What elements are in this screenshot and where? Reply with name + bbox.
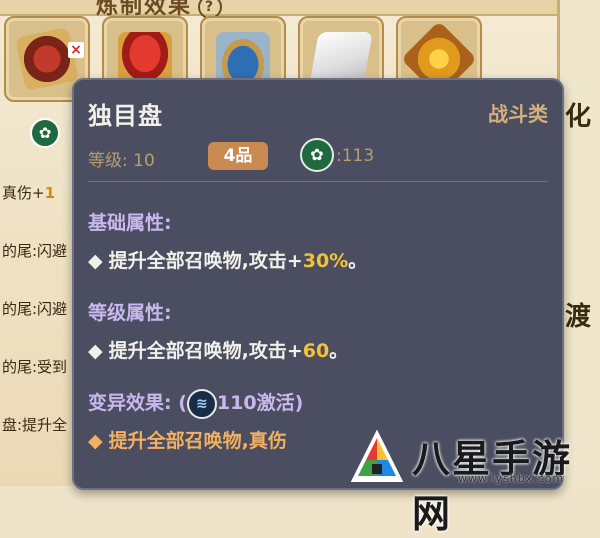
right-tab-label-2[interactable]: 渡: [565, 296, 591, 333]
item-category: 战斗类: [488, 102, 548, 126]
left-row-4: 的尾:受到: [2, 358, 68, 376]
left-row-1: 真伤+1: [2, 184, 56, 202]
left-row-2: 的尾:闪避: [2, 242, 68, 260]
diamond-bullet-icon: ◆: [88, 250, 103, 272]
item-power-value: :113: [336, 146, 375, 166]
diamond-bullet-icon: ◆: [88, 430, 103, 452]
watermark-logo-icon: [350, 430, 404, 482]
mutation-effect-title: 变异效果: (≋ 110激活): [88, 388, 303, 419]
item-level: 等级: 10: [88, 151, 155, 171]
divider: [88, 181, 548, 182]
tree-icon: ✿: [30, 118, 60, 148]
panel-top-frame: [0, 0, 560, 16]
water-wave-icon: ≋: [186, 388, 217, 419]
red-box-artifact-icon: [14, 26, 80, 92]
site-watermark: 八星手游网 www.lyshbx.com: [350, 428, 600, 536]
level-attribute-line: ◆ 提升全部召唤物,攻击+60。: [88, 340, 349, 362]
left-row-3: 的尾:闪避: [2, 300, 68, 318]
mutation-effect-line: ◆ 提升全部召唤物,真伤: [88, 430, 287, 452]
diamond-bullet-icon: ◆: [88, 340, 103, 362]
right-tab-label-1[interactable]: 化: [565, 96, 591, 133]
tree-icon: ✿: [300, 138, 334, 172]
left-row-5: 盘:提升全: [2, 416, 68, 434]
level-attributes-title: 等级属性:: [88, 302, 172, 324]
base-attribute-line: ◆ 提升全部召唤物,攻击+30%。: [88, 250, 368, 272]
watermark-url: www.lyshbx.com: [458, 472, 565, 485]
base-attributes-title: 基础属性:: [88, 212, 172, 234]
grade-badge: 4品: [208, 142, 268, 170]
remove-icon[interactable]: ×: [68, 42, 84, 58]
item-name: 独目盘: [88, 102, 163, 130]
